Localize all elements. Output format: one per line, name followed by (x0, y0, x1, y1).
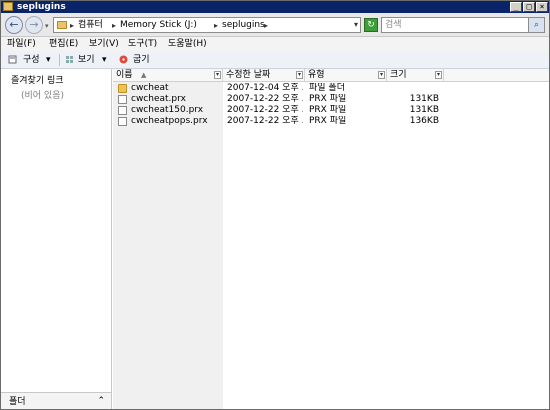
column-header-size[interactable]: 크기 ▾ (387, 69, 444, 81)
back-button[interactable]: ← (5, 16, 23, 34)
column-filter-icon[interactable]: ▾ (435, 71, 442, 79)
organize-icon (8, 55, 17, 64)
organize-dropdown-icon[interactable]: ▾ (46, 54, 51, 66)
forward-arrow-icon: → (29, 18, 39, 31)
menu-file[interactable]: 파일(F) (7, 38, 36, 50)
file-row[interactable]: cwcheat 2007-12-04 오후 ... 파일 폴더 (113, 83, 549, 94)
file-row[interactable]: cwcheat.prx 2007-12-22 오후 ... PRX 파일 131… (113, 94, 549, 105)
file-list: 이름 ▲ ▾ 수정한 날짜 ▾ 유형 ▾ 크기 ▾ cwcheat 2007-1… (113, 69, 549, 409)
file-modified: 2007-12-22 오후 ... (227, 105, 303, 115)
file-type: PRX 파일 (309, 116, 347, 126)
refresh-icon: ↻ (367, 20, 375, 30)
views-icon (66, 56, 73, 63)
column-header-modified[interactable]: 수정한 날짜 ▾ (223, 69, 305, 81)
breadcrumb-separator-icon[interactable]: ▸ (264, 20, 268, 31)
file-type: PRX 파일 (309, 105, 347, 115)
file-modified: 2007-12-04 오후 ... (227, 83, 303, 93)
sort-ascending-icon: ▲ (141, 71, 147, 79)
folder-icon (3, 2, 13, 11)
column-header-name[interactable]: 이름 ▲ ▾ (113, 69, 223, 81)
recent-pages-dropdown[interactable]: ▾ (45, 23, 51, 30)
column-filter-icon[interactable]: ▾ (378, 71, 385, 79)
burn-button[interactable]: 굽기 (133, 54, 150, 66)
search-input[interactable]: 검색 (385, 20, 402, 31)
minimize-button[interactable]: _ (510, 2, 522, 12)
column-filter-icon[interactable]: ▾ (296, 71, 303, 79)
folders-label: 폴더 (9, 397, 26, 407)
column-type-label: 유형 (308, 70, 325, 80)
navigation-pane: 즐겨찾기 링크 (비어 있음) 폴더 ⌃ (1, 69, 112, 409)
file-modified: 2007-12-22 오후 ... (227, 94, 303, 104)
organize-button[interactable]: 구성 (23, 54, 40, 66)
column-size-label: 크기 (390, 70, 407, 80)
title-bar[interactable]: seplugins _ □ × (1, 1, 549, 13)
file-type: PRX 파일 (309, 94, 347, 104)
favorite-links-heading[interactable]: 즐겨찾기 링크 (11, 75, 64, 87)
file-icon (118, 117, 127, 126)
address-bar-area: ← → ▾ ▸ 컴퓨터 ▸ Memory Stick (J:) ▸ seplug… (1, 13, 549, 37)
window-title: seplugins (17, 2, 66, 12)
column-name-label: 이름 (116, 70, 133, 80)
column-modified-label: 수정한 날짜 (226, 70, 271, 80)
folder-icon (57, 21, 67, 29)
column-header-type[interactable]: 유형 ▾ (305, 69, 387, 81)
forward-button[interactable]: → (25, 16, 43, 34)
refresh-button[interactable]: ↻ (364, 18, 378, 32)
folder-icon (118, 84, 127, 93)
breadcrumb-computer[interactable]: 컴퓨터 (78, 20, 103, 31)
menu-help[interactable]: 도움말(H) (168, 38, 207, 50)
file-size: 131KB (409, 94, 439, 104)
file-row[interactable]: cwcheatpops.prx 2007-12-22 오후 ... PRX 파일… (113, 116, 549, 127)
folders-toggle[interactable]: 폴더 ⌃ (1, 392, 111, 409)
breadcrumb-separator-icon[interactable]: ▸ (70, 20, 74, 31)
views-button[interactable]: 보기 (78, 54, 95, 66)
column-filter-icon[interactable]: ▾ (214, 71, 221, 79)
file-modified: 2007-12-22 오후 ... (227, 116, 303, 126)
file-icon (118, 95, 127, 104)
breadcrumb-separator-icon[interactable]: ▸ (112, 20, 116, 31)
column-header-row: 이름 ▲ ▾ 수정한 날짜 ▾ 유형 ▾ 크기 ▾ (113, 69, 549, 82)
address-dropdown-icon[interactable]: ▾ (354, 20, 358, 29)
maximize-button[interactable]: □ (523, 2, 535, 12)
views-dropdown-icon[interactable]: ▾ (102, 54, 107, 66)
toolbar-separator (59, 54, 60, 66)
breadcrumb-separator-icon[interactable]: ▸ (214, 20, 218, 31)
chevron-up-icon: ⌃ (97, 396, 105, 406)
menu-tools[interactable]: 도구(T) (128, 38, 157, 50)
menu-edit[interactable]: 편집(E) (49, 38, 78, 50)
burn-disc-icon (119, 55, 128, 64)
address-bar[interactable]: ▸ 컴퓨터 ▸ Memory Stick (J:) ▸ seplugins ▸ … (53, 17, 361, 33)
file-name: cwcheatpops.prx (131, 116, 208, 126)
file-name: cwcheat (131, 83, 169, 93)
file-type: 파일 폴더 (309, 83, 345, 93)
sorted-column-highlight (113, 82, 223, 409)
search-icon[interactable]: ⌕ (528, 18, 544, 32)
file-row[interactable]: cwcheat150.prx 2007-12-22 오후 ... PRX 파일 … (113, 105, 549, 116)
back-arrow-icon: ← (9, 18, 19, 31)
breadcrumb-memory-stick[interactable]: Memory Stick (J:) (120, 20, 197, 31)
menu-bar: 파일(F) 편집(E) 보기(V) 도구(T) 도움말(H) (1, 37, 549, 51)
favorite-links-empty: (비어 있음) (21, 91, 65, 101)
file-icon (118, 106, 127, 115)
explorer-window: seplugins _ □ × ← → ▾ ▸ 컴퓨터 ▸ Memory Sti… (0, 0, 550, 410)
close-button[interactable]: × (536, 2, 548, 12)
file-size: 131KB (409, 105, 439, 115)
file-name: cwcheat150.prx (131, 105, 204, 115)
command-toolbar: 구성 ▾ 보기 ▾ 굽기 (1, 51, 549, 69)
file-size: 136KB (409, 116, 439, 126)
search-box[interactable]: 검색 ⌕ (381, 17, 545, 33)
file-name: cwcheat.prx (131, 94, 186, 104)
breadcrumb-seplugins[interactable]: seplugins (222, 20, 265, 31)
menu-view[interactable]: 보기(V) (89, 38, 119, 50)
